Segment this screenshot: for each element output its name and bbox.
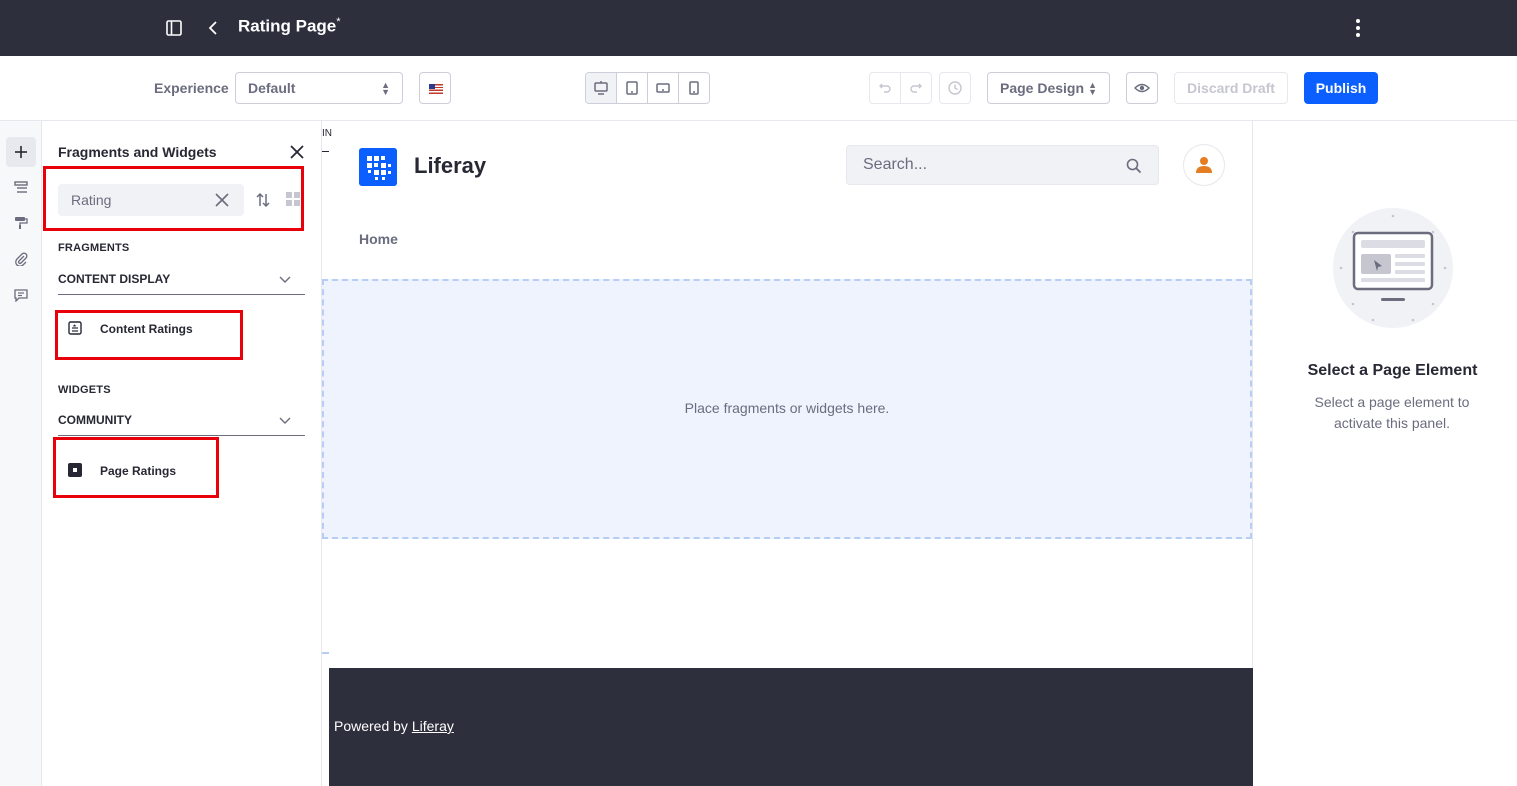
- widgets-section-label: WIDGETS: [58, 384, 111, 396]
- page-structure-icon: [14, 181, 28, 193]
- desktop-preview-button[interactable]: [586, 73, 617, 103]
- category-content-display[interactable]: CONTENT DISPLAY: [58, 263, 305, 295]
- site-name[interactable]: Liferay: [414, 153, 486, 179]
- draft-marker: *: [336, 16, 341, 28]
- user-avatar[interactable]: [1183, 144, 1225, 186]
- undo-redo-group: [869, 72, 932, 104]
- page-design-options-button[interactable]: [6, 208, 36, 238]
- select-arrows-icon: ▲ ▼: [1088, 80, 1097, 97]
- desktop-icon: [594, 81, 608, 95]
- history-clock-icon: [948, 81, 962, 95]
- highlight-box-page-ratings: [53, 437, 219, 498]
- discard-draft-button[interactable]: Discard Draft: [1174, 72, 1288, 104]
- device-preview-group: [585, 72, 710, 104]
- site-search-input[interactable]: Search...: [846, 145, 1159, 185]
- panel-empty-title: Select a Page Element: [1307, 362, 1478, 379]
- language-selector-button[interactable]: [419, 72, 451, 104]
- redo-button[interactable]: [901, 73, 931, 103]
- category-label: COMMUNITY: [58, 413, 132, 427]
- category-community[interactable]: COMMUNITY: [58, 404, 305, 436]
- nav-home-link[interactable]: Home: [359, 231, 398, 247]
- add-fragments-button[interactable]: [6, 137, 36, 167]
- mapping-button[interactable]: [6, 244, 36, 274]
- comments-button[interactable]: [6, 280, 36, 310]
- portrait-phone-preview-button[interactable]: [679, 73, 709, 103]
- portrait-phone-icon: [689, 81, 699, 95]
- undo-icon: [879, 83, 891, 93]
- paperclip-icon: [15, 252, 28, 266]
- landscape-phone-preview-button[interactable]: [648, 73, 679, 103]
- history-button[interactable]: [939, 72, 971, 104]
- select-arrows-icon: ▲ ▼: [381, 80, 390, 97]
- browser-button[interactable]: [6, 173, 36, 203]
- search-icon[interactable]: [1126, 158, 1142, 174]
- fragment-drop-zone[interactable]: Place fragments or widgets here.: [322, 279, 1252, 539]
- chevron-down-icon: [279, 417, 291, 424]
- experience-select[interactable]: Default ▲ ▼: [235, 72, 403, 104]
- close-icon[interactable]: [288, 143, 306, 161]
- page-title: Rating Page*: [238, 16, 341, 36]
- clipped-label: IN: [322, 128, 332, 139]
- site-footer: Powered by Liferay: [329, 668, 1253, 786]
- experience-value: Default: [248, 80, 296, 96]
- panel-empty-description: Select a page element to activate this p…: [1314, 394, 1470, 431]
- footer-text: Powered by Liferay: [334, 718, 454, 734]
- highlight-box-search: [43, 166, 304, 231]
- eye-icon: [1134, 83, 1150, 93]
- page-canvas: IN Liferay Search... Home Place fragment…: [322, 121, 1253, 786]
- tablet-preview-button[interactable]: [617, 73, 648, 103]
- back-chevron-icon[interactable]: [204, 18, 224, 38]
- page-design-select[interactable]: Page Design ▲ ▼: [987, 72, 1110, 104]
- user-icon: [1196, 157, 1212, 173]
- liferay-logo[interactable]: [359, 148, 397, 186]
- paint-roller-icon: [15, 217, 28, 229]
- footer-liferay-link[interactable]: Liferay: [412, 718, 454, 734]
- comments-icon: [14, 289, 28, 302]
- page-design-value: Page Design: [1000, 80, 1085, 96]
- fragments-section-label: FRAGMENTS: [58, 242, 130, 254]
- options-kebab-icon[interactable]: [1348, 16, 1368, 40]
- highlight-box-content-ratings: [55, 310, 243, 360]
- plus-icon: [15, 146, 27, 158]
- undo-button[interactable]: [870, 73, 901, 103]
- experience-label: Experience: [154, 80, 229, 96]
- product-menu-toggle-icon[interactable]: [164, 18, 184, 38]
- drop-indicator: [322, 652, 329, 654]
- landscape-phone-icon: [656, 83, 670, 93]
- editor-toolbar: Experience Default ▲ ▼ Page Design ▲ ▼ D…: [0, 56, 1517, 121]
- chevron-down-icon: [279, 276, 291, 283]
- preview-button[interactable]: [1126, 72, 1158, 104]
- top-app-bar: Rating Page*: [0, 0, 1517, 56]
- search-placeholder: Search...: [863, 156, 928, 173]
- publish-button[interactable]: Publish: [1304, 72, 1378, 104]
- configuration-panel: Select a Page Element Select a page elem…: [1253, 121, 1517, 786]
- panel-title: Fragments and Widgets: [58, 144, 217, 160]
- redo-icon: [910, 83, 922, 93]
- sidebar-rail: [0, 121, 42, 786]
- category-label: CONTENT DISPLAY: [58, 272, 171, 286]
- clipped-divider: [322, 151, 329, 152]
- drop-zone-text: Place fragments or widgets here.: [684, 400, 890, 416]
- tablet-icon: [626, 81, 638, 95]
- us-flag-icon: [429, 84, 443, 94]
- select-element-illustration: [1333, 208, 1453, 328]
